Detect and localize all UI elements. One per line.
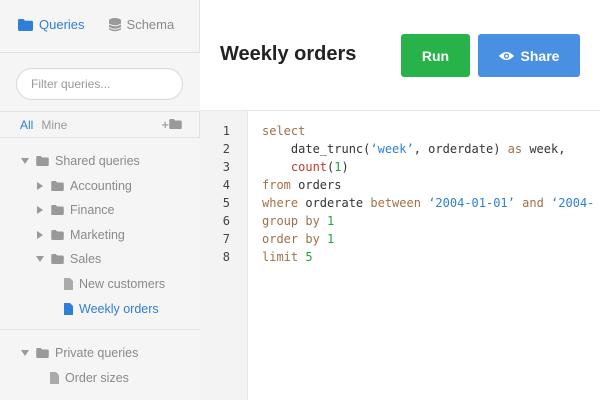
tab-queries-label: Queries [39,17,85,32]
code-line: count(1) [290,160,349,174]
folder-icon [36,156,49,166]
tree-label: New customers [79,277,166,291]
line-number: 5 [222,196,230,210]
share-button[interactable]: Share [478,34,580,77]
database-icon [108,17,121,32]
sidebar: Queries Schema All Mine + Shared queries [0,0,200,400]
tab-schema-label: Schema [126,17,175,32]
code-line: group by 1 [262,214,335,228]
tree-label: Shared queries [55,154,140,168]
document-icon [64,303,73,315]
folder-icon [18,18,33,31]
line-number: 6 [222,214,230,228]
sidebar-tabs: Queries Schema [18,17,174,32]
line-number: 8 [222,250,230,264]
line-number: 1 [222,124,230,138]
page-title: Weekly orders [220,43,357,65]
tree-folder-finance[interactable]: Finance [35,203,114,217]
new-folder-button[interactable]: + [161,117,182,132]
scope-all-link[interactable]: All [20,118,33,132]
folder-icon [51,254,64,264]
folder-icon [169,117,182,132]
code-line: select [262,124,306,138]
folder-icon [51,181,64,191]
caret-right-icon [35,182,45,190]
sql-editor[interactable]: 1 2 3 4 5 6 7 8 select date_trunc(‘week’… [200,110,600,400]
caret-right-icon [35,231,45,239]
tree-folder-accounting[interactable]: Accounting [35,179,132,193]
caret-right-icon [35,206,45,214]
filter-input[interactable] [16,68,183,100]
main-panel: Weekly orders Run Share 1 2 3 4 5 6 7 8 … [200,0,600,400]
tree-query-weekly-orders[interactable]: Weekly orders [64,302,159,316]
code-line: where orderate between ‘2004-01-01’ and … [262,196,595,210]
plus-label: + [161,117,169,132]
tree-folder-private[interactable]: Private queries [20,346,138,360]
share-label: Share [520,47,560,64]
tree-label: Finance [70,203,115,217]
code-line: from orders [262,178,342,192]
tree-query-order-sizes[interactable]: Order sizes [50,371,129,385]
tree-label: Marketing [70,228,125,242]
tree-folder-shared[interactable]: Shared queries [20,154,140,168]
line-number: 4 [222,178,230,192]
tab-queries[interactable]: Queries [18,17,85,32]
document-icon [50,372,59,384]
scope-mine-link[interactable]: Mine [41,118,67,132]
eye-icon [498,51,514,61]
filter-section [0,52,200,112]
shared-tree: Shared queries Accounting Finance Market… [0,137,200,330]
scope-row: All Mine + [20,117,182,132]
line-gutter: 1 2 3 4 5 6 7 8 [200,111,248,400]
line-number: 2 [222,142,230,156]
folder-icon [51,230,64,240]
tree-folder-marketing[interactable]: Marketing [35,228,125,242]
folder-icon [51,205,64,215]
tree-label: Private queries [55,346,139,360]
document-icon [64,278,73,290]
run-label: Run [421,47,450,64]
tree-label: Weekly orders [79,302,159,316]
tree-folder-sales[interactable]: Sales [35,252,101,266]
code-line: order by 1 [262,232,335,246]
code-line: limit 5 [262,250,313,264]
tab-schema[interactable]: Schema [108,17,175,32]
caret-down-icon [20,350,30,356]
line-number: 7 [222,232,230,246]
caret-down-icon [20,158,30,164]
tree-label: Accounting [70,179,132,193]
tree-query-new-customers[interactable]: New customers [64,277,165,291]
line-number: 3 [222,160,230,174]
run-button[interactable]: Run [401,34,470,77]
folder-icon [36,348,49,358]
private-tree: Private queries Order sizes [0,330,200,400]
caret-down-icon [35,256,45,262]
tree-label: Sales [70,252,102,266]
tree-label: Order sizes [65,371,129,385]
code-line: date_trunc(‘week’, orderdate) as week, [262,142,566,156]
